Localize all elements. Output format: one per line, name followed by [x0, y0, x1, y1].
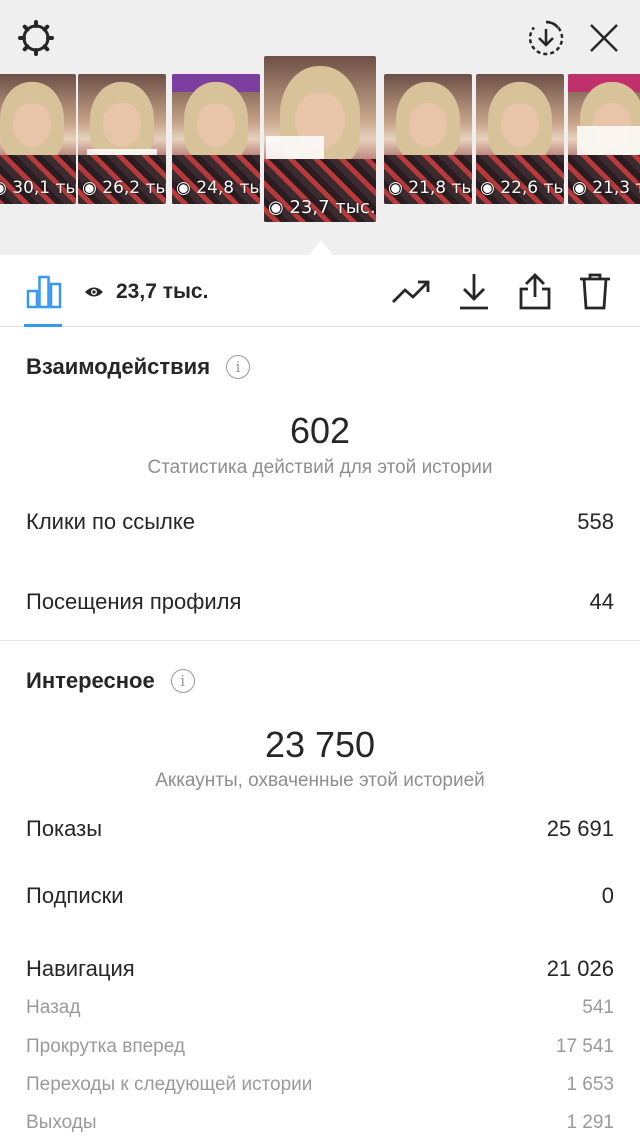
- story-thumbnail[interactable]: ◉ 21,8 тыс.: [384, 74, 472, 204]
- download-circle-icon: [528, 20, 564, 56]
- nav-sub-row: Прокрутка вперед 17 541: [26, 1036, 614, 1058]
- stat-label: Назад: [26, 997, 81, 1018]
- eye-icon: [85, 287, 103, 297]
- stat-row: Навигация 21 026: [26, 956, 614, 982]
- discovery-title: Интересное: [26, 668, 155, 693]
- stat-label: Выходы: [26, 1112, 97, 1133]
- story-thumbnail[interactable]: ◉ 26,2 тыс.: [78, 74, 166, 204]
- story-viewer-header: ◉ 30,1 тыс. ◉ 26,2 тыс. ◉ 24,8 тыс. ◉ 23…: [0, 0, 640, 255]
- bar-chart-icon: [26, 275, 62, 309]
- story-views: ◉ 21,3 тыс.: [572, 178, 640, 198]
- promote-button[interactable]: [388, 271, 434, 311]
- story-views: ◉ 21,8 тыс.: [388, 178, 472, 198]
- download-story-button[interactable]: [526, 18, 566, 58]
- download-icon: [460, 274, 488, 310]
- stat-value: 1 653: [566, 1074, 614, 1095]
- story-views: ◉ 30,1 тыс.: [0, 178, 76, 198]
- interactions-subtitle: Статистика действий для этой истории: [147, 457, 493, 478]
- gear-icon: [18, 20, 54, 56]
- stat-label: Переходы к следующей истории: [26, 1074, 313, 1095]
- share-icon: [519, 273, 551, 310]
- stat-value: 1 291: [566, 1112, 614, 1133]
- stat-label: Посещения профиля: [26, 589, 242, 614]
- story-views: ◉ 22,6 тыс.: [480, 178, 564, 198]
- trash-icon: [580, 273, 610, 310]
- stat-value: 21 026: [546, 956, 614, 981]
- trend-arrow-icon: [392, 280, 430, 303]
- story-views: ◉ 26,2 тыс.: [82, 178, 166, 198]
- story-views: ◉ 23,7 тыс.: [268, 197, 376, 218]
- reach-subtitle: Аккаунты, охваченные этой историей: [155, 770, 485, 791]
- stat-value: 44: [589, 589, 614, 614]
- section-divider: [0, 640, 640, 641]
- nav-sub-row: Выходы 1 291: [26, 1112, 614, 1134]
- share-button[interactable]: [514, 271, 556, 311]
- reach-total: 23 750: [264, 724, 376, 765]
- info-icon[interactable]: i: [226, 355, 251, 379]
- close-icon: [590, 24, 618, 52]
- story-thumbnail[interactable]: ◉ 21,3 тыс.: [568, 74, 640, 204]
- story-views: ◉ 24,8 тыс.: [176, 178, 260, 198]
- stat-value: 17 541: [555, 1036, 614, 1057]
- insights-button[interactable]: [22, 271, 66, 311]
- selected-pointer: [309, 240, 333, 255]
- stat-row: Подписки 0: [26, 883, 614, 909]
- stat-label: Показы: [26, 816, 103, 841]
- stat-label: Подписки: [26, 883, 124, 908]
- story-toolbar: 23,7 тыс.: [0, 255, 640, 327]
- story-strip: ◉ 30,1 тыс. ◉ 26,2 тыс. ◉ 24,8 тыс. ◉ 23…: [0, 56, 640, 232]
- settings-button[interactable]: [16, 18, 56, 58]
- stat-value: 25 691: [546, 816, 614, 841]
- close-button[interactable]: [584, 18, 624, 58]
- views-count: 23,7 тыс.: [84, 280, 208, 304]
- story-thumbnail[interactable]: ◉ 24,8 тыс.: [172, 74, 260, 204]
- stat-row: Показы 25 691: [26, 816, 614, 842]
- nav-sub-row: Назад 541: [26, 997, 614, 1019]
- interactions-total: 602: [289, 410, 351, 451]
- stat-label: Прокрутка вперед: [26, 1036, 185, 1057]
- interactions-header: Взаимодействия i: [26, 354, 251, 380]
- interactions-title: Взаимодействия: [26, 354, 211, 379]
- active-tab-indicator: [24, 324, 62, 327]
- delete-button[interactable]: [574, 271, 616, 311]
- story-thumbnail-selected[interactable]: ◉ 23,7 тыс.: [264, 56, 376, 222]
- stat-label: Клики по ссылке: [26, 509, 195, 534]
- stat-row: Посещения профиля 44: [26, 589, 614, 615]
- stat-value: 0: [601, 883, 614, 908]
- save-button[interactable]: [454, 271, 494, 311]
- stat-value: 541: [582, 997, 614, 1018]
- stat-value: 558: [577, 509, 614, 534]
- views-value: 23,7 тыс.: [116, 280, 209, 303]
- info-icon[interactable]: i: [170, 669, 195, 693]
- story-thumbnail[interactable]: ◉ 30,1 тыс.: [0, 74, 76, 204]
- nav-sub-row: Переходы к следующей истории 1 653: [26, 1074, 614, 1096]
- stat-row: Клики по ссылке 558: [26, 509, 614, 535]
- discovery-header: Интересное i: [26, 668, 195, 694]
- stat-label: Навигация: [26, 956, 135, 981]
- story-thumbnail[interactable]: ◉ 22,6 тыс.: [476, 74, 564, 204]
